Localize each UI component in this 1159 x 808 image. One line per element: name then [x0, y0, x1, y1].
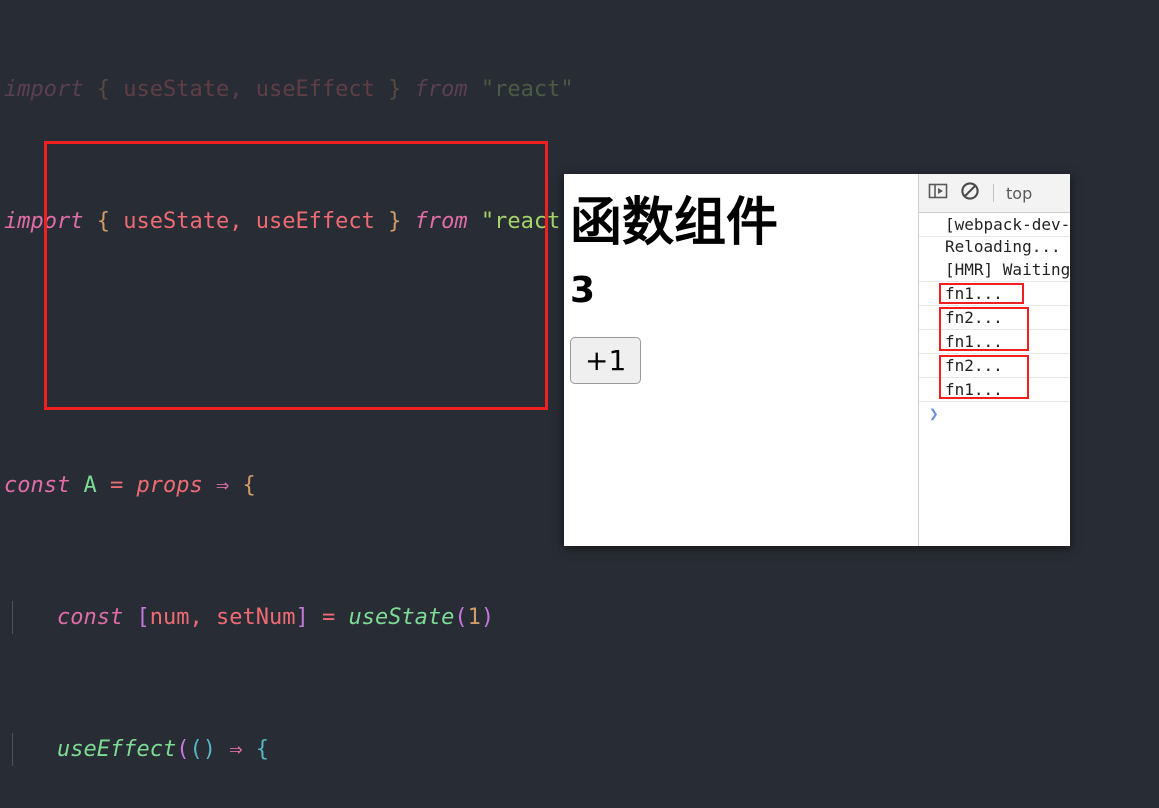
- console-prompt[interactable]: ❯: [919, 402, 1070, 426]
- console-log-list[interactable]: [webpack-dev-server] Reloading... [HMR] …: [919, 213, 1070, 546]
- clear-console-icon[interactable]: [959, 180, 981, 206]
- console-row[interactable]: [HMR] Waiting...: [919, 258, 1070, 282]
- console-row-fn2[interactable]: fn2...: [919, 306, 1070, 351]
- console-row-fn1[interactable]: fn1...: [919, 377, 1070, 402]
- console-row[interactable]: [webpack-dev-server]: [919, 213, 1070, 237]
- console-row-fn1-first[interactable]: fn1...: [919, 282, 1070, 306]
- browser-window[interactable]: 函数组件 3 +1 top [webpack-dev-ser: [564, 174, 1070, 546]
- console-context-selector[interactable]: top: [1006, 184, 1032, 203]
- console-row-fn1[interactable]: fn1...: [919, 329, 1070, 354]
- code-line-usestate[interactable]: const [num, setNum] = useState(1): [0, 601, 1159, 634]
- code-line-useeffect-open[interactable]: useEffect(() ⇒ {: [0, 733, 1159, 766]
- console-row-fn2[interactable]: fn2...: [919, 354, 1070, 399]
- devtools-toolbar[interactable]: top: [919, 174, 1070, 213]
- console-row[interactable]: Reloading...: [919, 237, 1070, 258]
- counter-value: 3: [570, 269, 596, 311]
- rendered-page[interactable]: 函数组件 3 +1: [564, 174, 919, 546]
- page-heading: 函数组件: [570, 193, 779, 253]
- increment-button[interactable]: +1: [570, 336, 642, 384]
- toolbar-divider: [993, 184, 994, 202]
- code-line[interactable]: import { useState, useEffect } from "rea…: [0, 73, 1159, 106]
- devtools-console-panel[interactable]: top [webpack-dev-server] Reloading... [H…: [919, 174, 1070, 546]
- sidebar-toggle-icon[interactable]: [927, 180, 949, 206]
